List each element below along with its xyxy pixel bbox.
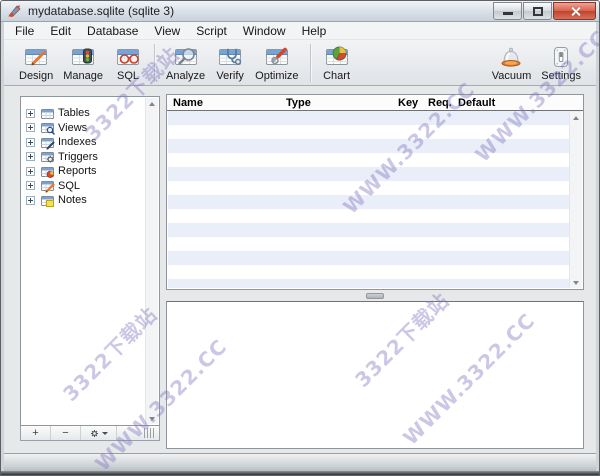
optimize-icon: [265, 47, 288, 65]
expand-icon[interactable]: [26, 152, 35, 161]
statusbar: [4, 453, 596, 471]
grid-scrollbar[interactable]: [569, 112, 582, 288]
views-icon: [41, 123, 55, 135]
scroll-up-icon[interactable]: [146, 98, 158, 109]
app-window: mydatabase.sqlite (sqlite 3) File Edit D…: [0, 0, 600, 476]
window-controls: [493, 2, 596, 20]
vacuum-icon: [501, 47, 521, 67]
sidebar-item-indexes[interactable]: Indexes: [21, 135, 159, 149]
reports-icon: [41, 166, 54, 178]
analyze-button[interactable]: Analyze: [161, 42, 210, 82]
app-body: File Edit Database View Script Window He…: [4, 22, 596, 475]
menu-file[interactable]: File: [7, 23, 42, 39]
detail-panel[interactable]: [166, 301, 584, 449]
gear-icon: [90, 429, 99, 437]
panel-splitter[interactable]: [166, 291, 584, 301]
expand-icon[interactable]: [26, 166, 35, 176]
minimize-button[interactable]: [493, 2, 522, 20]
window-bottom-frame: [1, 471, 599, 475]
column-header-req[interactable]: Req.: [422, 95, 452, 110]
menubar: File Edit Database View Script Window He…: [4, 22, 596, 40]
notes-icon: [41, 195, 54, 207]
optimize-button[interactable]: Optimize: [250, 42, 303, 82]
toolbar-separator: [309, 44, 311, 82]
dropdown-arrow-icon: [102, 431, 108, 435]
design-icon: [25, 49, 48, 66]
scroll-up-icon[interactable]: [570, 112, 582, 123]
sidebar-item-notes[interactable]: Notes: [21, 193, 159, 207]
scroll-down-icon[interactable]: [570, 277, 582, 288]
sidebar-panel: Tables Views Indexes Triggers Reports SQ…: [20, 96, 160, 426]
grid-header: Name Type Key Req. Default: [167, 95, 583, 111]
expand-icon[interactable]: [26, 137, 35, 147]
verify-button[interactable]: Verify: [210, 42, 250, 82]
column-header-type[interactable]: Type: [280, 95, 392, 110]
sidebar-scrollbar[interactable]: [145, 98, 158, 424]
menu-window[interactable]: Window: [235, 23, 294, 39]
settings-button[interactable]: Settings: [536, 42, 586, 82]
close-button[interactable]: [553, 2, 596, 20]
menu-script[interactable]: Script: [188, 23, 235, 39]
add-object-button[interactable]: +: [21, 426, 51, 440]
sidebar-item-reports[interactable]: Reports: [21, 164, 159, 178]
chart-icon: [325, 46, 348, 65]
sidebar-item-tables[interactable]: Tables: [21, 106, 159, 120]
toolbar: Design Manage SQL Analyze Verify Optimiz…: [4, 40, 596, 86]
maximize-icon: [533, 7, 543, 16]
sql-button[interactable]: SQL: [108, 42, 148, 82]
expand-icon[interactable]: [26, 108, 35, 118]
titlebar: mydatabase.sqlite (sqlite 3): [1, 1, 599, 22]
menu-edit[interactable]: Edit: [42, 23, 79, 39]
actions-menu-button[interactable]: [81, 426, 117, 440]
grid-body[interactable]: [168, 111, 582, 288]
toolbar-separator: [154, 44, 156, 82]
manage-button[interactable]: Manage: [58, 42, 108, 82]
indexes-icon: [41, 137, 55, 149]
tables-icon: [41, 108, 54, 119]
menu-help[interactable]: Help: [294, 23, 335, 39]
column-header-default[interactable]: Default: [452, 95, 583, 110]
close-icon: [570, 6, 581, 17]
settings-icon: [554, 47, 569, 67]
object-tree: Tables Views Indexes Triggers Reports SQ…: [21, 97, 159, 207]
expand-icon[interactable]: [26, 123, 35, 132]
columns-grid-panel: Name Type Key Req. Default: [166, 94, 584, 290]
scroll-down-icon[interactable]: [146, 413, 158, 424]
resize-grip[interactable]: [144, 428, 156, 438]
sidebar-item-sql[interactable]: SQL: [21, 179, 159, 193]
analyze-icon: [174, 48, 197, 65]
column-header-key[interactable]: Key: [392, 95, 422, 110]
maximize-button[interactable]: [523, 2, 552, 20]
app-icon: [8, 5, 21, 17]
design-button[interactable]: Design: [14, 42, 58, 82]
remove-object-button[interactable]: −: [51, 426, 81, 440]
column-header-name[interactable]: Name: [167, 95, 280, 110]
splitter-grip-icon[interactable]: [366, 293, 384, 299]
vacuum-button[interactable]: Vacuum: [487, 42, 537, 82]
sql-tree-icon: [41, 181, 55, 193]
minimize-icon: [503, 12, 513, 15]
expand-icon[interactable]: [26, 195, 35, 205]
manage-icon: [72, 48, 95, 65]
window-title: mydatabase.sqlite (sqlite 3): [28, 4, 175, 18]
sidebar-footer: + −: [20, 426, 160, 441]
menu-database[interactable]: Database: [79, 23, 146, 39]
expand-icon[interactable]: [26, 181, 35, 190]
triggers-icon: [41, 152, 54, 163]
sidebar-item-triggers[interactable]: Triggers: [21, 150, 159, 164]
verify-icon: [219, 48, 242, 65]
sidebar-item-views[interactable]: Views: [21, 121, 159, 135]
chart-button[interactable]: Chart: [317, 42, 357, 82]
sql-icon: [117, 49, 140, 65]
menu-view[interactable]: View: [146, 23, 188, 39]
